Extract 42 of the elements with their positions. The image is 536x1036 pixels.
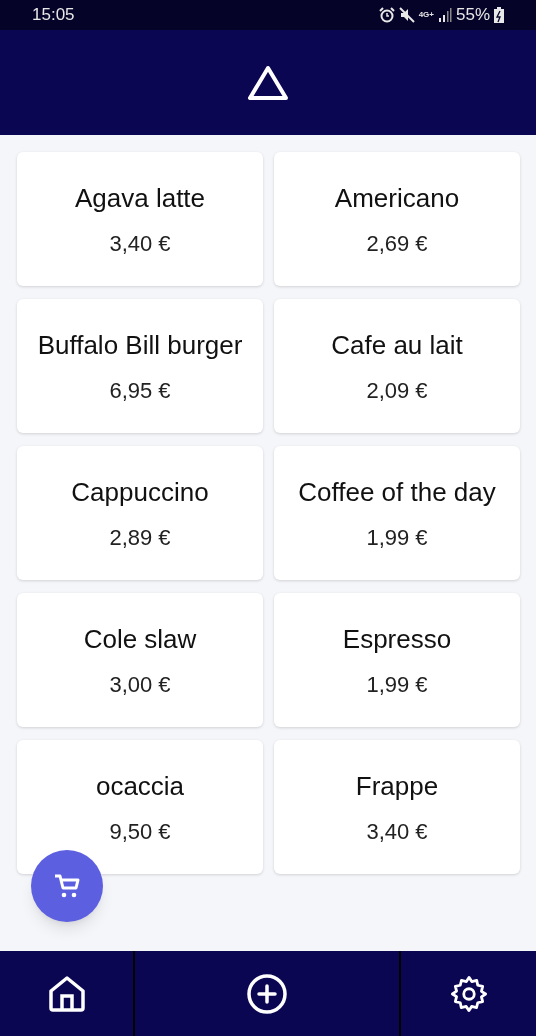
product-card[interactable]: Cappuccino 2,89 €	[17, 446, 263, 580]
product-price: 3,40 €	[109, 230, 171, 258]
product-name: Americano	[334, 182, 460, 215]
product-price: 3,40 €	[366, 818, 428, 846]
product-name: Cafe au lait	[331, 329, 463, 362]
add-icon	[246, 972, 288, 1015]
product-card[interactable]: Espresso 1,99 €	[274, 593, 520, 727]
product-card[interactable]: Cafe au lait 2,09 €	[274, 299, 520, 433]
product-name: Espresso	[342, 623, 452, 656]
cart-button[interactable]	[31, 850, 103, 922]
product-name: Coffee of the day	[298, 476, 496, 509]
product-price: 9,50 €	[109, 818, 171, 846]
product-name: ocaccia	[95, 770, 185, 803]
product-card[interactable]: Coffee of the day 1,99 €	[274, 446, 520, 580]
product-name: Buffalo Bill burger	[37, 329, 243, 362]
mute-icon	[398, 7, 415, 23]
product-price: 1,99 €	[366, 671, 428, 699]
product-price: 2,09 €	[366, 377, 428, 405]
product-card[interactable]: Buffalo Bill burger 6,95 €	[17, 299, 263, 433]
network-label: 4G+	[418, 11, 434, 19]
battery-icon	[494, 7, 504, 23]
product-card[interactable]: Americano 2,69 €	[274, 152, 520, 286]
product-price: 3,00 €	[109, 671, 171, 699]
battery-percent: 55%	[455, 4, 490, 27]
product-card[interactable]: Cole slaw 3,00 €	[17, 593, 263, 727]
product-price: 6,95 €	[109, 377, 171, 405]
product-card[interactable]: Agava latte 3,40 €	[17, 152, 263, 286]
home-icon	[46, 973, 87, 1014]
product-name: Frappe	[355, 770, 439, 803]
product-name: Agava latte	[74, 182, 206, 215]
product-name: Cappuccino	[71, 476, 209, 509]
alarm-icon	[378, 7, 395, 23]
product-name: Cole slaw	[83, 623, 197, 656]
product-price: 2,69 €	[366, 230, 428, 258]
product-price: 2,89 €	[109, 524, 171, 552]
product-card[interactable]: Frappe 3,40 €	[274, 740, 520, 874]
signal-icon	[437, 8, 452, 22]
status-time: 15:05	[32, 4, 75, 27]
cart-icon	[54, 874, 80, 898]
product-card[interactable]: ocaccia 9,50 €	[17, 740, 263, 874]
product-price: 1,99 €	[366, 524, 428, 552]
triangle-logo-icon	[246, 63, 290, 102]
